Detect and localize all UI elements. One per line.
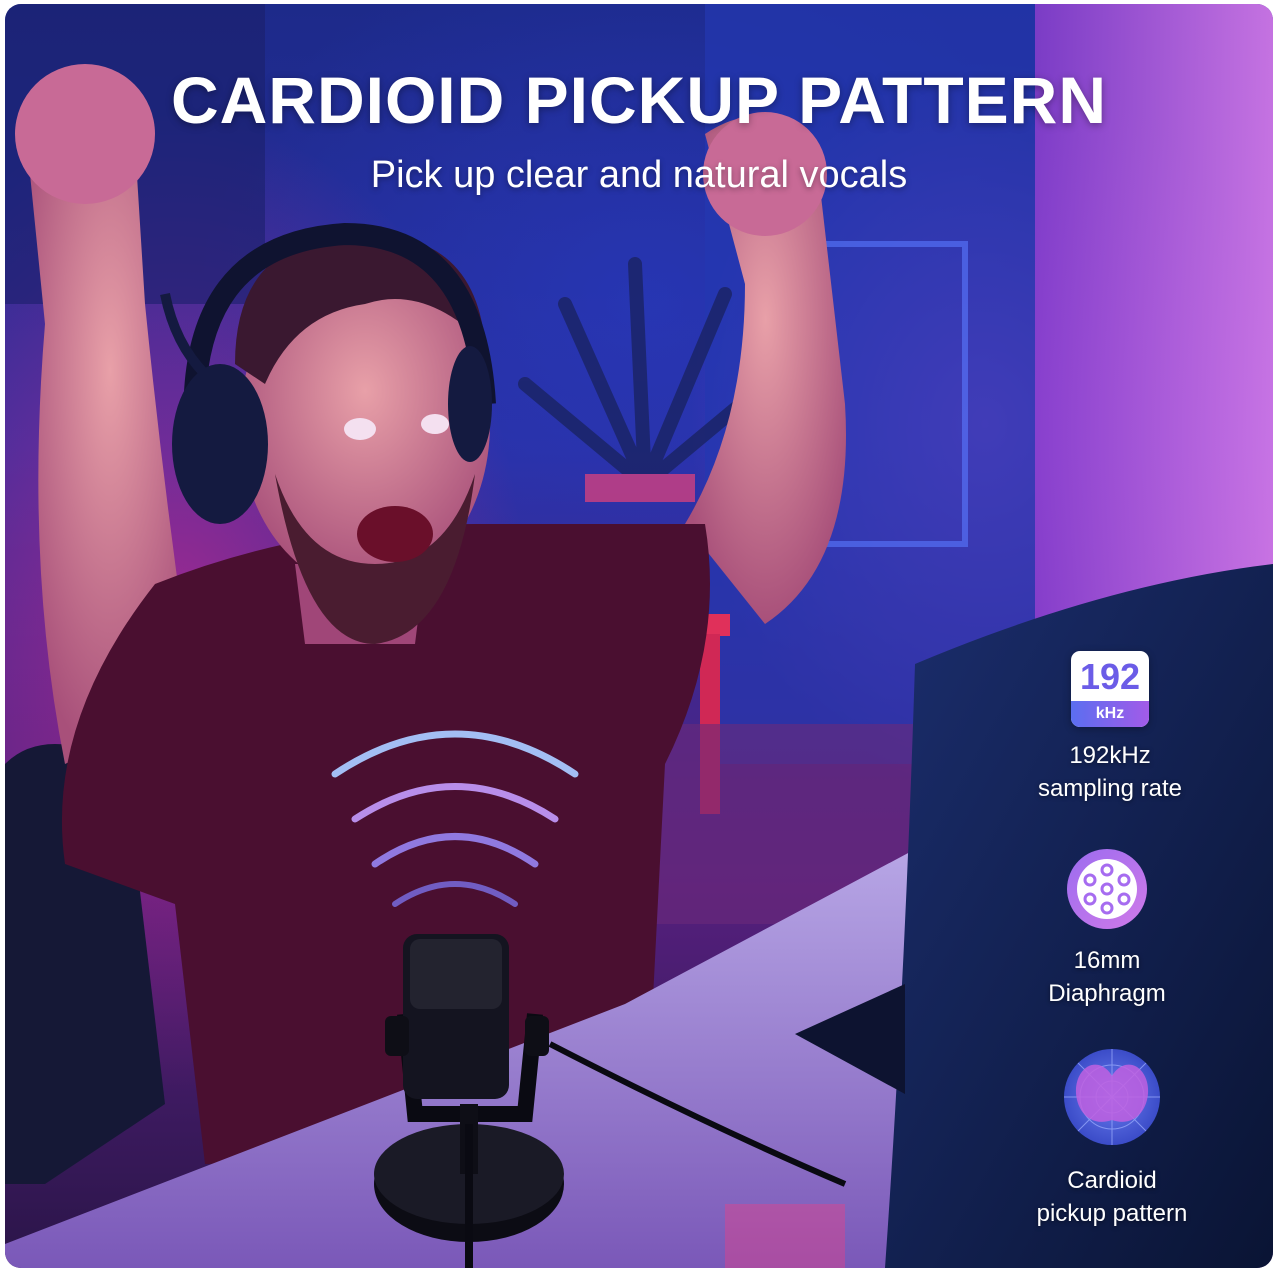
feature-line-2: Diaphragm <box>1048 980 1166 1007</box>
hero-image: CARDIOID PICKUP PATTERN Pick up clear an… <box>5 4 1273 1268</box>
icon-unit: kHz <box>1071 701 1149 727</box>
icon-value: 192 <box>1079 656 1141 697</box>
feature-line-1: Cardioid <box>1067 1167 1157 1194</box>
feature-sampling-rate: 192 kHz 192kHz sampling rate <box>990 651 1230 805</box>
diaphragm-icon <box>1067 849 1147 929</box>
sample-rate-192khz-icon: 192 kHz <box>1071 651 1149 727</box>
cardioid-polar-pattern-icon <box>1064 1049 1160 1145</box>
feature-diaphragm: 16mm Diaphragm <box>987 846 1227 1010</box>
feature-cardioid: Cardioid pickup pattern <box>992 1042 1232 1230</box>
keyboard-glow <box>725 1204 845 1268</box>
headline: CARDIOID PICKUP PATTERN <box>170 63 1108 137</box>
feature-line-2: pickup pattern <box>1036 1200 1188 1227</box>
feature-line-1: 16mm <box>1073 947 1141 974</box>
subheadline: Pick up clear and natural vocals <box>370 154 908 196</box>
feature-line-1: 192kHz <box>1069 742 1151 769</box>
feature-line-2: sampling rate <box>1037 775 1183 802</box>
